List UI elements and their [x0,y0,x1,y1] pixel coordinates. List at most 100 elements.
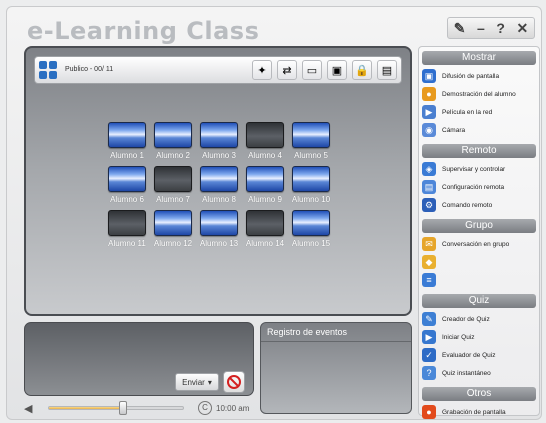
clock-icon: C [198,401,212,415]
sidebar-item[interactable]: ≡ [422,272,536,288]
student-computer[interactable]: Alumno 9 [242,166,288,204]
volume-slider[interactable] [48,401,184,415]
sidebar-item-label: Difusión de pantalla [442,72,500,80]
monitor-icon [292,122,330,148]
sidebar-item-label: Conversación en grupo [442,240,510,248]
supervise-icon: ◈ [422,162,436,176]
sidebar-item[interactable]: ▶ Película en la red [422,104,536,120]
student-name: Alumno 13 [199,239,239,248]
student-name: Alumno 12 [153,239,193,248]
camera-icon: ◉ [422,123,436,137]
student-name: Alumno 11 [108,239,146,248]
sidebar-item[interactable]: ● Demostración del alumno [422,86,536,102]
section-header-quiz: Quiz [422,294,536,308]
student-name: Alumno 7 [156,195,190,204]
sidebar-item[interactable]: ◈ Supervisar y controlar [422,161,536,177]
window-icon[interactable]: ▤ [377,60,397,80]
student-computer[interactable]: Alumno 5 [288,122,334,160]
student-computer[interactable]: Alumno 1 [104,122,150,160]
app-title: e-Learning Class [27,17,260,45]
event-log-title: Registro de eventos [261,323,411,342]
send-button[interactable]: Enviar ▾ [175,373,219,391]
quiz-creator-icon: ✎ [422,312,436,326]
clock-time: 10:00 am [216,403,250,413]
toolbar-tools: ✦ ⇄ ▭ ▣ 🔒 ▤ [252,60,397,80]
quiz-evaluator-icon: ✓ [422,348,436,362]
monitor-icon [108,210,146,236]
monitor-icon [108,122,146,148]
monitor-icon [154,166,192,192]
sidebar-item-label: Supervisar y controlar [442,165,506,173]
monitor-icon [200,122,238,148]
cancel-button[interactable] [223,371,245,393]
sidebar-item-label: Quiz instantáneo [442,369,491,377]
lock-icon[interactable]: 🔒 [352,60,372,80]
monitor-icon [154,210,192,236]
chevron-down-icon: ▾ [207,377,212,387]
student-computer[interactable]: Alumno 11 [104,210,150,248]
screen-icon[interactable]: ▣ [327,60,347,80]
send-label: Enviar [182,377,205,387]
volume-knob[interactable] [118,401,127,415]
student-computer[interactable]: Alumno 10 [288,166,334,204]
student-computer[interactable]: Alumno 3 [196,122,242,160]
student-name: Alumno 9 [248,195,282,204]
student-computer[interactable]: Alumno 15 [288,210,334,248]
sidebar-item[interactable]: ? Quiz instantáneo [422,365,536,381]
student-computer[interactable]: Alumno 8 [196,166,242,204]
sidebar-item-label: Cámara [442,126,466,134]
screen-record-icon: ● [422,405,436,419]
student-computer[interactable]: Alumno 13 [196,210,242,248]
sidebar-item[interactable]: ✓ Evaluador de Quiz [422,347,536,363]
monitor-icon [246,166,284,192]
sidebar-item-label: Creador de Quiz [442,315,490,323]
monitor-icon [200,166,238,192]
group-list-icon: ≡ [422,273,436,287]
minimize-button[interactable]: – [477,20,485,36]
student-computer[interactable]: Alumno 2 [150,122,196,160]
speaker-icon[interactable]: ◀ [24,402,40,415]
volume-fill [49,407,123,409]
monitor-icon [200,210,238,236]
sidebar-item[interactable]: ⚙ Comando remoto [422,197,536,213]
sidebar-item[interactable]: ● Grabación de pantalla [422,404,536,420]
student-computer[interactable]: Alumno 12 [150,210,196,248]
section-header-remoto: Remoto [422,144,536,158]
student-demo-icon: ● [422,87,436,101]
section-header-otros: Otros [422,387,536,401]
monitor-icon [246,210,284,236]
monitor-icon [108,166,146,192]
classroom-panel: Publico - 00/ 11 ✦ ⇄ ▭ ▣ 🔒 ▤ Alumno 1 Alumno 2… [24,46,412,316]
close-button[interactable]: ✕ [516,20,528,37]
sidebar-item[interactable]: ✎ Creador de Quiz [422,311,536,327]
sidebar-item-label: Demostración del alumno [442,90,516,98]
student-name: Alumno 8 [202,195,236,204]
broadcast-icon[interactable]: ✦ [252,60,272,80]
sidebar-item[interactable]: ▣ Difusión de pantalla [422,68,536,84]
window-controls: ✎ – ? ✕ [447,17,535,39]
student-computer[interactable]: Alumno 4 [242,122,288,160]
sidebar-item[interactable]: ✉ Conversación en grupo [422,236,536,252]
help-button[interactable]: ? [496,20,505,36]
class-label: Publico - 00/ 11 [65,66,114,73]
remote-command-icon: ⚙ [422,198,436,212]
sidebar-item-label: Película en la red [442,108,493,116]
sidebar-item[interactable]: ▤ Configuración remota [422,179,536,195]
network-movie-icon: ▶ [422,105,436,119]
student-computer[interactable]: Alumno 14 [242,210,288,248]
sidebar-item[interactable]: ◆ [422,254,536,270]
student-computer[interactable]: Alumno 6 [104,166,150,204]
monitor-icon[interactable]: ▭ [302,60,322,80]
settings-icon[interactable]: ✎ [454,20,466,37]
event-log-panel: Registro de eventos [260,322,412,414]
student-computer[interactable]: Alumno 7 [150,166,196,204]
sidebar-item-label: Grabación de pantalla [442,408,506,416]
share-icon[interactable]: ⇄ [277,60,297,80]
grid-view-icon[interactable] [39,61,57,79]
sidebar-item[interactable]: ◉ Cámara [422,122,536,138]
chat-panel[interactable]: Enviar ▾ [24,322,254,396]
classroom-toolbar: Publico - 00/ 11 ✦ ⇄ ▭ ▣ 🔒 ▤ [34,56,402,84]
section-header-mostrar: Mostrar [422,51,536,65]
prohibited-icon [227,375,241,389]
sidebar-item[interactable]: ▶ Iniciar Quiz [422,329,536,345]
